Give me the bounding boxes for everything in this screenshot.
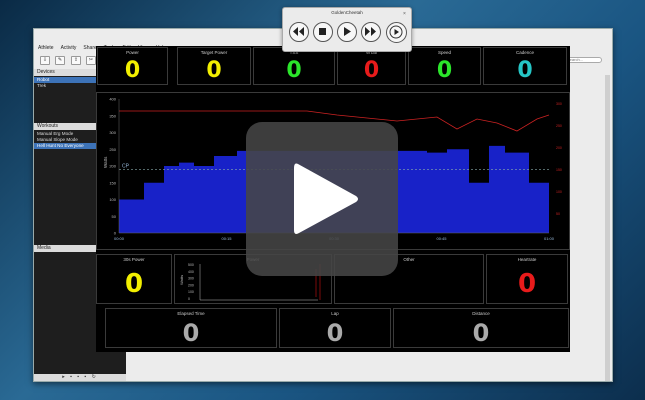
devices-header-label: Devices [37,69,55,75]
y-tick: 350 [109,113,116,118]
metric-tile: Power 0 [97,47,168,85]
metric-tile: Cadence 0 [483,47,567,85]
import-icon[interactable]: ⇪ [71,56,81,65]
metric-value: 0 [436,58,453,83]
rewind-button[interactable] [289,22,309,42]
play-icon [344,27,351,36]
right-y-tick: 300 [556,102,562,106]
metric-tile: Target Power 0 [177,47,251,85]
metric-tile: Heartrate 0 [486,254,568,304]
split-icon[interactable]: ✂ [86,56,96,65]
y-tick: 0 [114,231,117,236]
clock-play-button[interactable] [386,22,407,43]
metric-label: Heartrate [517,257,537,262]
menu-athlete[interactable]: Athlete [38,44,54,53]
edit-icon[interactable]: ✎ [55,56,65,65]
mini-chart-ylabel: Watts [179,275,184,285]
rewind-icon [293,27,304,36]
metric-tile: Distance 0 [393,308,569,348]
metric-value: 0 [124,269,144,299]
y-tick: 150 [109,180,116,185]
y-tick: 200 [109,164,116,169]
metric-label: Target Power [200,50,228,55]
mini-chart-ytick: 300 [188,277,194,281]
metric-value: 0 [363,58,380,83]
metric-value: 0 [517,58,533,83]
metric-tile: Elapsed Time 0 [105,308,277,348]
y-tick: 400 [109,97,116,102]
workouts-header-label: Workouts [37,123,59,129]
y-tick: 250 [109,147,116,152]
play-button[interactable] [337,22,357,42]
stop-button[interactable] [313,22,333,42]
large-play-icon [294,163,358,234]
metric-value: 0 [286,58,302,83]
menu-activity[interactable]: Activity [61,44,77,53]
metric-label: Cadence [515,50,534,55]
download-icon[interactable]: ⇩ [40,56,50,65]
x-tick: 00:45 [436,236,447,241]
metric-label: Speed [437,50,451,55]
close-icon[interactable]: × [403,11,406,17]
video-play-overlay[interactable] [246,122,398,276]
right-y-tick: 50 [556,212,560,216]
metric-label: Distance [472,311,490,316]
mini-chart-ytick: 400 [188,270,194,274]
right-y-tick: 200 [556,146,562,150]
y-tick: 300 [109,130,116,135]
mini-chart-ytick: 100 [188,290,194,294]
menu-share[interactable]: Share [83,44,96,53]
metric-value: 0 [472,319,490,347]
x-tick: 01:00 [544,236,555,241]
mini-chart-ytick: 500 [188,263,194,267]
metric-tile: TSS 0 [253,47,335,85]
metric-label: Elapsed Time [177,311,205,316]
scrollbar[interactable] [605,75,610,381]
fast-forward-icon [365,27,376,36]
transport-title: GoldenCheetah [331,10,363,15]
right-y-tick: 100 [556,190,562,194]
cp-label: CP [122,163,130,169]
metric-tile: Speed 0 [408,47,481,85]
fast-forward-button[interactable] [361,22,381,42]
metric-tile: W'bal 0 [337,47,406,85]
sidebar-footer-icons[interactable]: ▸ ▪ ▪ ▪ ↻ [34,374,126,381]
clock-play-icon [389,25,403,39]
right-y-tick: 250 [556,124,562,128]
x-tick: 00:15 [221,236,232,241]
metric-value: 0 [206,58,222,83]
metric-label: Lap [331,311,339,316]
metric-value: 0 [182,319,200,347]
x-tick: 00:00 [114,236,125,241]
metric-label: 30s Power [123,257,145,262]
metric-label: Power [126,50,139,55]
metric-value: 0 [124,58,141,83]
metric-tile: 30s Power 0 [96,254,172,304]
right-y-tick: 150 [556,168,562,172]
metric-value: 0 [326,319,344,347]
metric-tile: Lap 0 [279,308,391,348]
y-axis-label: Watts [103,156,108,168]
y-tick: 50 [112,214,117,219]
media-transport: GoldenCheetah × [282,7,412,52]
media-header-label: Media [37,245,51,251]
mini-chart-ytick: 200 [188,283,194,287]
y-tick: 100 [109,197,116,202]
mini-chart-ytick: 0 [188,297,190,301]
metric-value: 0 [517,269,537,299]
stop-icon [319,28,326,35]
